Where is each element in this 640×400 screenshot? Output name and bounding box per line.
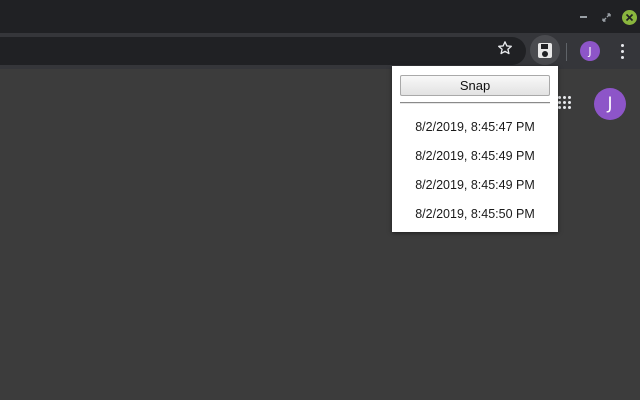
grid-dot bbox=[563, 106, 566, 109]
browser-toolbar: J bbox=[0, 33, 640, 69]
grid-dot bbox=[568, 96, 571, 99]
snapshot-item[interactable]: 8/2/2019, 8:45:49 PM bbox=[392, 171, 558, 200]
browser-menu-button[interactable] bbox=[612, 40, 632, 62]
snap-button[interactable]: Snap bbox=[400, 75, 550, 96]
apps-grid-icon[interactable] bbox=[558, 96, 572, 110]
close-icon bbox=[621, 9, 637, 25]
profile-avatar-button[interactable]: J bbox=[580, 41, 600, 61]
vertical-dot bbox=[620, 49, 624, 53]
title-bar bbox=[0, 0, 640, 33]
close-button[interactable] bbox=[621, 9, 637, 25]
grid-dot bbox=[558, 96, 561, 99]
vertical-dot bbox=[620, 55, 624, 59]
snapshot-list: 8/2/2019, 8:45:47 PM 8/2/2019, 8:45:49 P… bbox=[392, 113, 558, 229]
minimize-icon bbox=[579, 16, 587, 18]
grid-dot bbox=[568, 106, 571, 109]
minimize-button[interactable] bbox=[575, 9, 591, 25]
address-bar[interactable] bbox=[0, 37, 526, 65]
bookmark-star-button[interactable] bbox=[494, 37, 516, 59]
extension-popup: Snap 8/2/2019, 8:45:47 PM 8/2/2019, 8:45… bbox=[392, 66, 558, 232]
floppy-disk-icon bbox=[538, 42, 552, 58]
snapshot-item[interactable]: 8/2/2019, 8:45:47 PM bbox=[392, 113, 558, 142]
account-initial: J bbox=[607, 94, 613, 114]
grid-dot bbox=[558, 101, 561, 104]
snapshot-extension-button[interactable] bbox=[530, 35, 560, 65]
grid-dot bbox=[563, 96, 566, 99]
google-account-avatar[interactable]: J bbox=[594, 88, 626, 120]
star-outline-icon bbox=[498, 41, 512, 55]
profile-initial: J bbox=[588, 44, 592, 58]
restore-button[interactable] bbox=[598, 9, 614, 25]
restore-icon bbox=[601, 12, 611, 22]
snapshot-item[interactable]: 8/2/2019, 8:45:49 PM bbox=[392, 142, 558, 171]
snapshot-item[interactable]: 8/2/2019, 8:45:50 PM bbox=[392, 200, 558, 229]
vertical-dots-icon bbox=[620, 43, 624, 47]
grid-dot bbox=[558, 106, 561, 109]
grid-dot bbox=[568, 101, 571, 104]
toolbar-divider bbox=[566, 43, 567, 61]
popup-divider bbox=[400, 102, 550, 104]
grid-dot bbox=[563, 101, 566, 104]
